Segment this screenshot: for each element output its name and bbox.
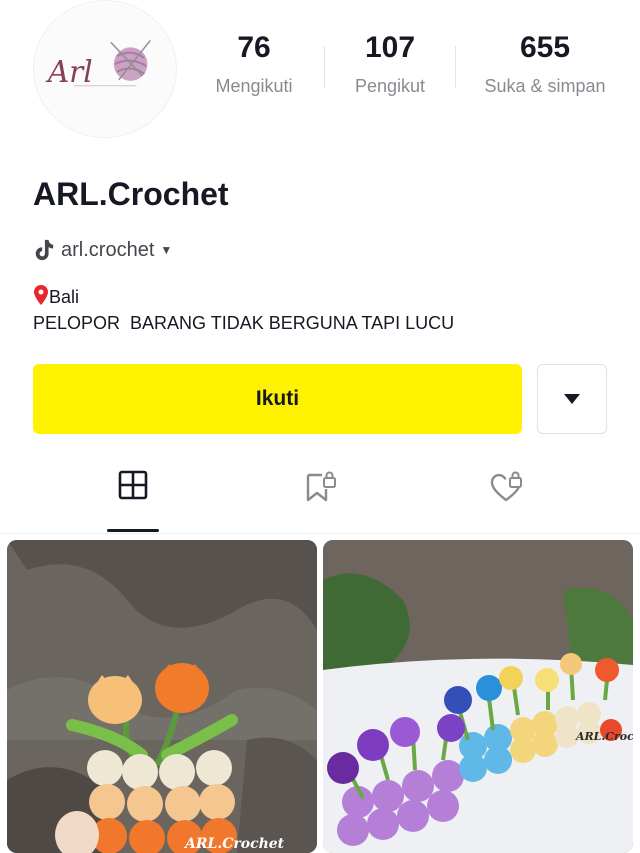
stat-following-value: 76 <box>237 31 271 64</box>
video-thumbnail[interactable]: ARL.Crochet <box>7 540 317 853</box>
more-options-button[interactable] <box>537 364 607 434</box>
stat-following-label: Mengikuti <box>215 76 293 96</box>
active-tab-indicator <box>107 529 159 532</box>
video-thumbnail[interactable]: ARL.Crochet <box>323 540 633 853</box>
crochet-tulip-row-image <box>323 540 633 853</box>
brand-logo-icon: Arl <box>34 1 176 137</box>
stat-divider <box>455 46 456 88</box>
follow-button[interactable]: Ikuti <box>33 364 522 434</box>
tab-liked[interactable] <box>477 470 537 526</box>
svg-text:Arl: Arl <box>45 55 93 89</box>
triangle-down-icon <box>564 394 580 404</box>
tab-videos[interactable] <box>103 470 163 526</box>
stat-following[interactable]: 76 Mengikuti <box>190 28 318 98</box>
stat-followers-value: 107 <box>364 31 416 64</box>
video-grid: ARL.Crochet ARL.Croc <box>0 540 640 853</box>
profile-stats: 76 Mengikuti 107 Pengikut 655 Suka & sim… <box>190 28 630 108</box>
location-pin-icon <box>34 285 48 305</box>
avatar[interactable]: Arl <box>33 0 177 138</box>
tiktok-icon <box>35 239 54 261</box>
stat-likes-value: 655 <box>519 31 571 64</box>
profile-tabs <box>0 470 640 534</box>
stat-followers-label: Pengikut <box>354 76 426 96</box>
stat-followers[interactable]: 107 Pengikut <box>340 28 440 98</box>
stat-likes-label: Suka & simpan <box>484 76 606 96</box>
stat-divider <box>324 46 325 88</box>
display-name: ARL.Crochet <box>33 176 229 212</box>
tabs-divider <box>0 533 640 534</box>
caret-down-icon: ▼ <box>160 243 173 257</box>
bio-location: Bali <box>49 287 80 307</box>
bio-location-line: Bali <box>33 284 454 310</box>
bio-text: PELOPOR BARANG TIDAK BERGUNA TAPI LUCU <box>33 313 455 333</box>
bookmark-lock-icon <box>306 471 336 502</box>
stat-likes[interactable]: 655 Suka & simpan <box>470 28 620 98</box>
profile-page: Arl 76 Mengikuti 107 Pengikut 655 Suka &… <box>0 0 640 853</box>
grid-icon <box>118 470 148 500</box>
heart-lock-icon <box>490 471 522 502</box>
bio: Bali PELOPOR BARANG TIDAK BERGUNA TAPI L… <box>33 284 454 336</box>
tab-favorites[interactable] <box>290 470 350 526</box>
video-watermark: ARL.Crochet <box>576 730 633 743</box>
crochet-tulip-vase-image <box>7 540 317 853</box>
video-watermark: ARL.Crochet <box>185 836 285 852</box>
handle-selector[interactable]: arl.crochet ▼ <box>33 235 172 265</box>
username-handle: arl.crochet <box>61 238 155 261</box>
